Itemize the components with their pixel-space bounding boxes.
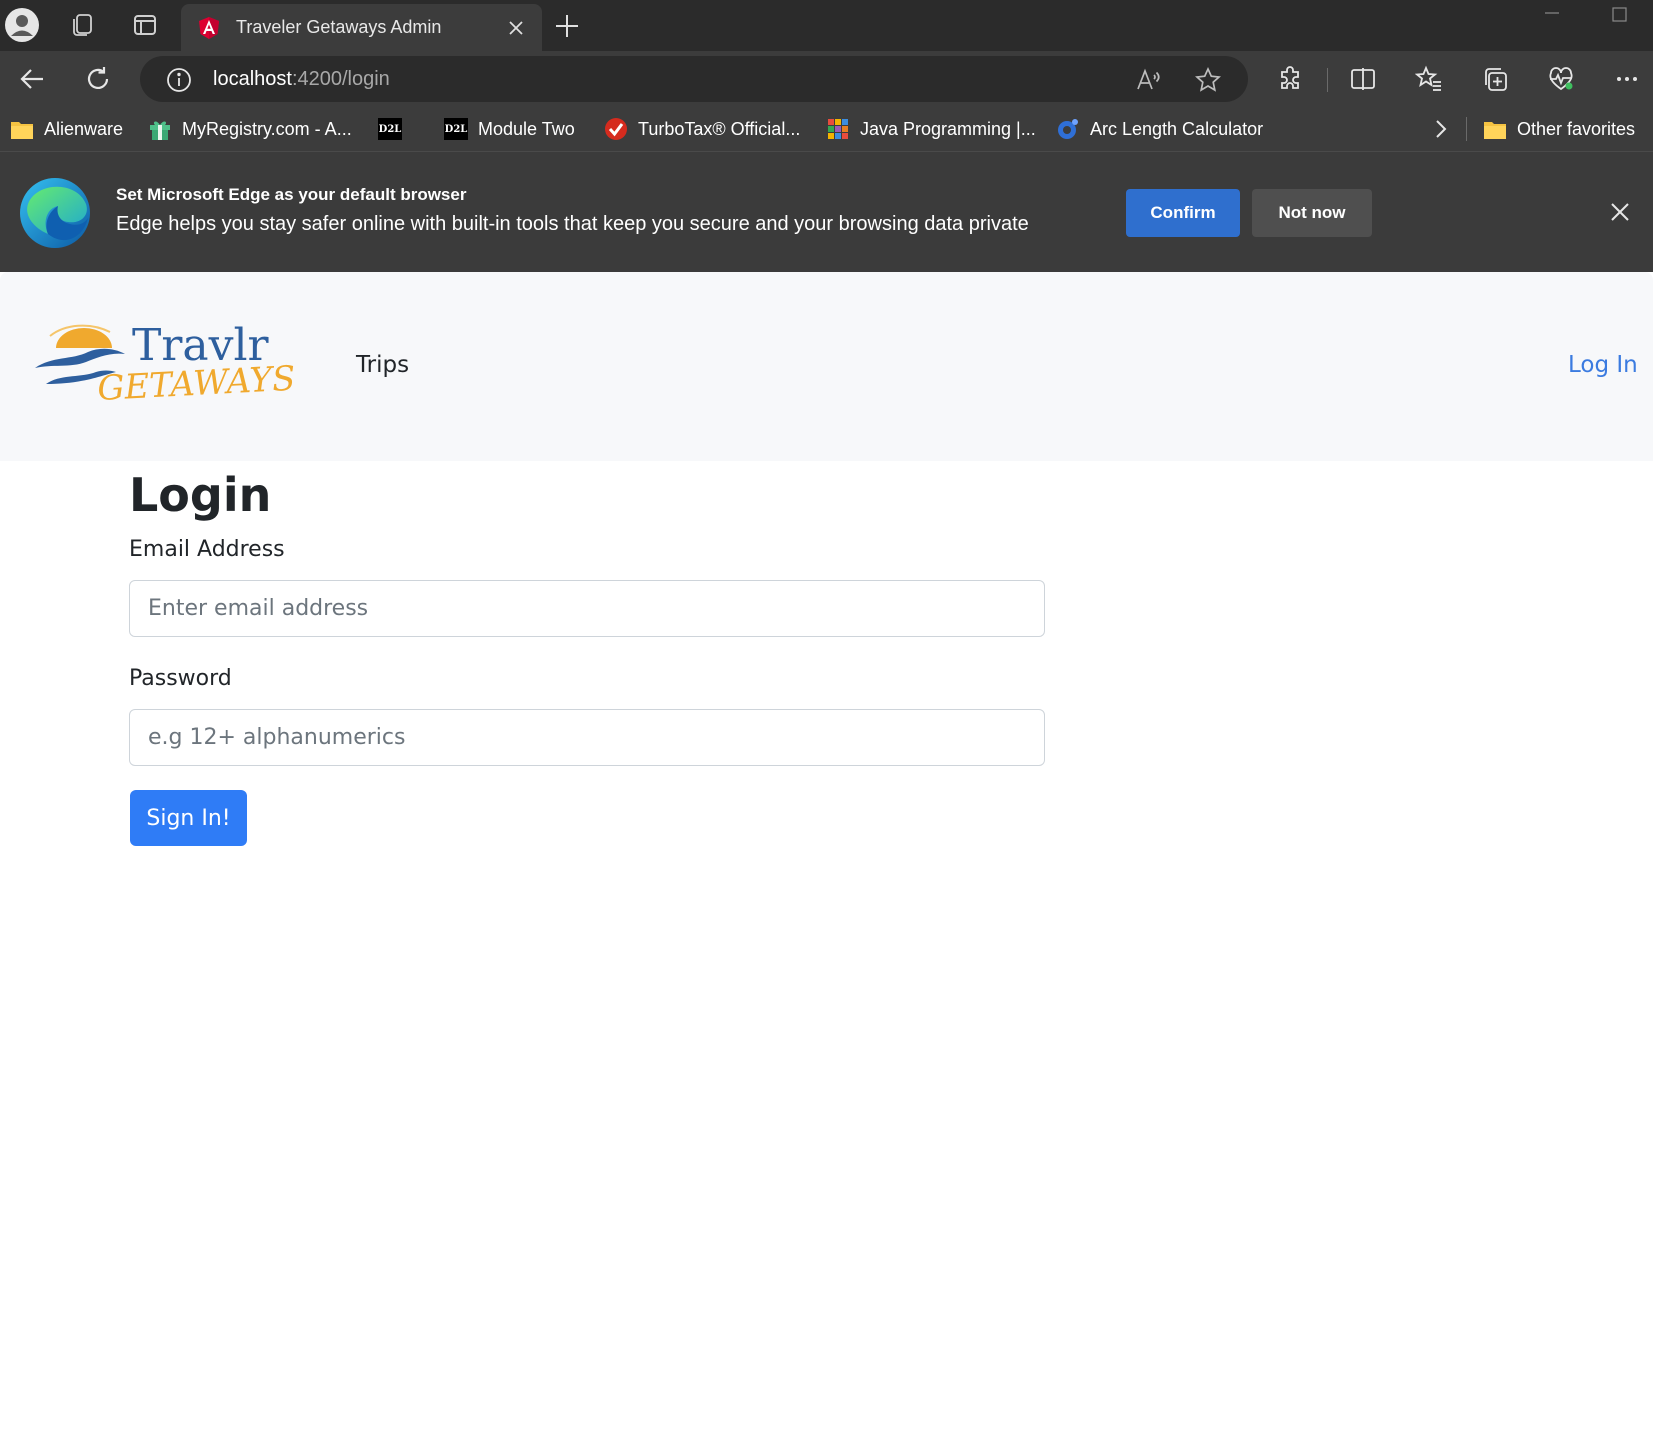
extensions-icon[interactable] [1272, 61, 1308, 97]
email-label: Email Address [129, 537, 285, 562]
tab-close-icon[interactable] [506, 18, 526, 38]
favorites-bar: Alienware MyRegistry.com - A... D2L D2L … [0, 107, 1653, 152]
tab-actions-icon[interactable] [126, 6, 164, 44]
maximize-icon[interactable] [1605, 4, 1635, 26]
d2l-icon: D2L [378, 117, 402, 141]
favorite-label: MyRegistry.com - A... [182, 118, 352, 139]
other-favorites[interactable]: Other favorites [1483, 115, 1635, 143]
favorite-myregistry[interactable]: MyRegistry.com - A... [148, 115, 352, 143]
favorite-turbotax[interactable]: TurboTax® Official... [604, 115, 800, 143]
favorites-separator [1466, 117, 1467, 141]
tab-bar: Traveler Getaways Admin [0, 0, 1653, 51]
angular-icon [197, 16, 221, 44]
page-viewport: Travlr GETAWAYS Trips Log In Login Email… [0, 272, 1653, 1435]
profile-icon[interactable] [3, 6, 41, 44]
url-host: localhost [213, 68, 292, 90]
favorites-overflow-chevron-icon[interactable] [1428, 115, 1452, 143]
minimize-icon[interactable] [1537, 4, 1567, 26]
java-icon [826, 117, 850, 141]
password-label: Password [129, 666, 232, 691]
refresh-icon[interactable] [80, 61, 116, 97]
banner-close-icon[interactable] [1606, 198, 1634, 230]
favorite-alienware[interactable]: Alienware [10, 115, 123, 143]
banner-text: Edge helps you stay safer online with bu… [116, 213, 1029, 235]
url-path: :4200/login [291, 68, 390, 90]
nav-trips-link[interactable]: Trips [356, 352, 409, 378]
favorites-icon[interactable] [1411, 61, 1447, 97]
nav-login-link[interactable]: Log In [1568, 352, 1638, 378]
banner-title: Set Microsoft Edge as your default brows… [116, 185, 467, 204]
favorite-arc-length-calculator[interactable]: Arc Length Calculator [1056, 115, 1263, 143]
page-title: Login [129, 468, 272, 522]
new-tab-icon[interactable] [551, 10, 583, 42]
favorite-label: Alienware [44, 118, 124, 139]
site-navbar: Travlr GETAWAYS Trips Log In [0, 272, 1653, 461]
favorite-java-programming[interactable]: Java Programming |... [826, 115, 1036, 143]
url-text: localhost:4200/login [213, 68, 390, 91]
gift-icon [148, 117, 172, 141]
edge-logo-icon [18, 176, 92, 250]
folder-icon [1483, 117, 1507, 141]
split-screen-icon[interactable] [1345, 61, 1381, 97]
default-browser-banner: Set Microsoft Edge as your default brows… [0, 152, 1653, 272]
folder-icon [10, 117, 34, 141]
site-info-icon[interactable] [166, 67, 192, 97]
favorite-label: Arc Length Calculator [1090, 118, 1264, 139]
not-now-button[interactable]: Not now [1252, 189, 1372, 237]
workspaces-icon[interactable] [63, 6, 101, 44]
tab-title: Traveler Getaways Admin [236, 17, 442, 37]
turbotax-icon [604, 117, 628, 141]
d2l-badge: D2L [378, 118, 402, 140]
address-bar[interactable]: localhost:4200/login [140, 56, 1248, 102]
read-aloud-icon[interactable] [1135, 66, 1163, 98]
more-menu-icon[interactable] [1609, 61, 1645, 97]
d2l-icon: D2L [444, 117, 468, 141]
favorite-label: Module Two [478, 118, 575, 139]
favorite-label: TurboTax® Official... [638, 118, 801, 139]
travlr-getaways-logo[interactable]: Travlr GETAWAYS [30, 314, 310, 414]
back-icon[interactable] [14, 61, 50, 97]
other-favorites-label: Other favorites [1517, 118, 1636, 139]
browser-toolbar: localhost:4200/login [0, 51, 1653, 107]
confirm-button[interactable]: Confirm [1126, 189, 1240, 237]
sign-in-button[interactable]: Sign In! [130, 790, 247, 846]
d2l-badge: D2L [444, 118, 468, 140]
favorite-star-icon[interactable] [1194, 66, 1222, 98]
browser-essentials-icon[interactable] [1543, 61, 1579, 97]
calculator-icon [1056, 117, 1080, 141]
logo-line2: GETAWAYS [96, 359, 296, 409]
email-field[interactable] [129, 580, 1045, 637]
collections-icon[interactable] [1477, 61, 1513, 97]
tab-active[interactable]: Traveler Getaways Admin [181, 4, 542, 51]
password-field[interactable] [129, 709, 1045, 766]
favorite-d2l[interactable]: D2L [378, 115, 412, 143]
favorite-label: Java Programming |... [860, 118, 1036, 139]
toolbar-separator [1327, 68, 1328, 92]
favorite-module-two[interactable]: D2L Module Two [444, 115, 575, 143]
